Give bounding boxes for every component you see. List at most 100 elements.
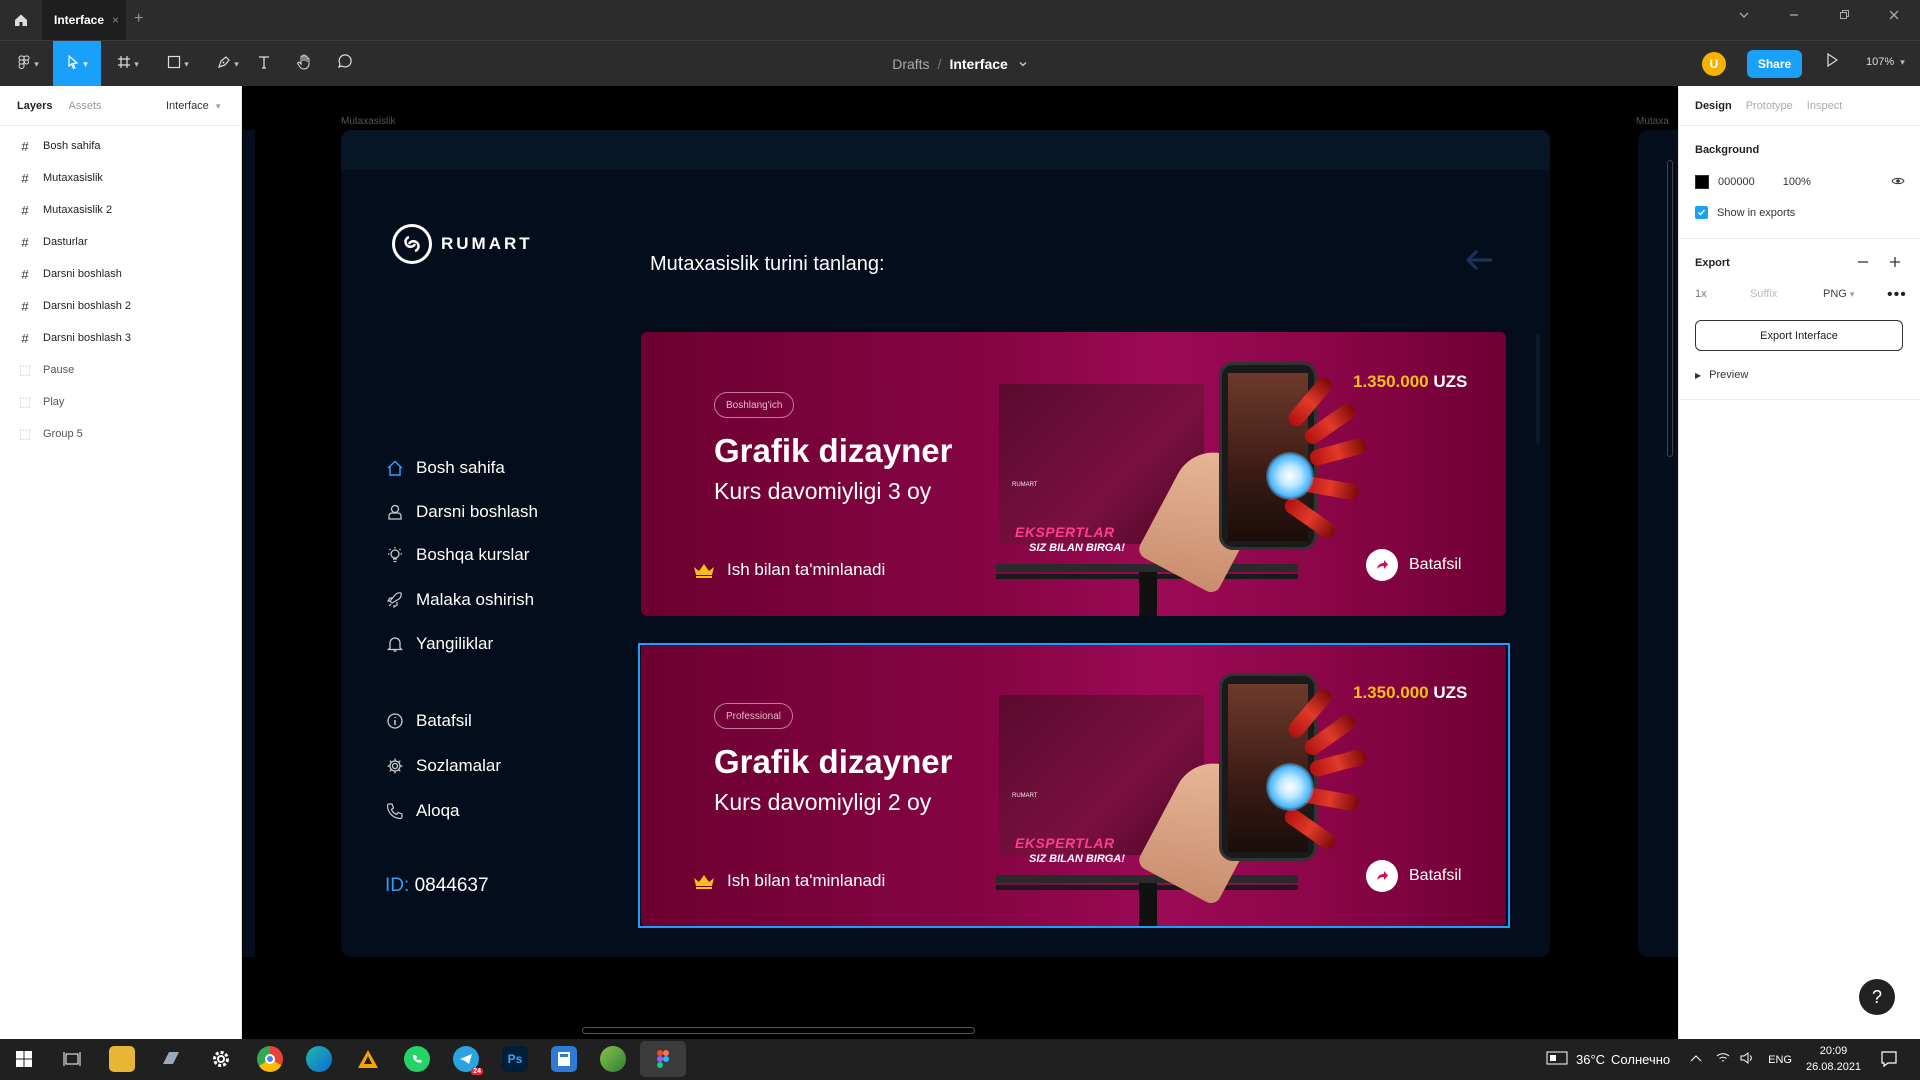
restore-icon[interactable] [1838,8,1850,24]
shape-tool-button[interactable]: ▾ [158,41,198,87]
tray-chevron-up-icon[interactable] [1690,1052,1702,1067]
weather-icon[interactable] [1546,1050,1568,1069]
more-options-icon[interactable]: ••• [1887,286,1907,304]
close-tab-icon[interactable]: × [112,13,119,27]
layer-item[interactable]: # Bosh sahifa [0,130,241,162]
figma-taskbar-icon[interactable] [640,1041,686,1077]
task-view-icon[interactable] [59,1046,85,1072]
user-icon [385,502,405,522]
canvas-horizontal-scrollbar[interactable] [582,1027,975,1034]
layer-item[interactable]: # Mutaxasislik 2 [0,194,241,226]
export-interface-button[interactable]: Export Interface [1695,320,1903,351]
background-hex[interactable]: 000000 [1718,176,1755,188]
volume-icon[interactable] [1740,1052,1754,1067]
wifi-icon[interactable] [1716,1052,1730,1067]
app-leaf-icon[interactable] [600,1046,626,1072]
nav-item-yangiliklar[interactable]: Yangiliklar [385,632,493,656]
layer-item[interactable]: ⬚ Group 5 [0,418,241,450]
minimize-icon[interactable] [1788,8,1800,24]
zoom-dropdown[interactable]: 107% ▾ [1866,56,1905,68]
calculator-icon[interactable] [551,1046,577,1072]
new-tab-button[interactable]: + [134,10,143,28]
layer-item[interactable]: ⬚ Play [0,386,241,418]
details-button[interactable]: Batafsil [1366,549,1461,581]
avatar[interactable]: U [1702,52,1726,76]
tab-inspect[interactable]: Inspect [1807,100,1842,112]
page-title: Mutaxasislik turini tanlang: [650,253,885,275]
nav-item-aloqa[interactable]: Aloqa [385,799,459,823]
tab-layers[interactable]: Layers [17,100,52,112]
text-tool-button[interactable] [252,41,276,87]
layer-item[interactable]: # Dasturlar [0,226,241,258]
whatsapp-icon[interactable] [404,1046,430,1072]
comment-tool-button[interactable] [332,41,356,87]
export-suffix-input[interactable]: Suffix [1750,288,1777,300]
edge-icon[interactable] [306,1046,332,1072]
nav-item-batafsil[interactable]: Batafsil [385,709,472,733]
page-selector[interactable]: Interface ▾ [166,100,220,112]
app-icon[interactable] [158,1046,184,1072]
background-color-swatch[interactable] [1695,175,1709,189]
photoshop-icon[interactable]: Ps [502,1046,528,1072]
weather-condition[interactable]: Солнечно [1611,1052,1670,1067]
layer-item[interactable]: # Darsni boshlash [0,258,241,290]
export-scale[interactable]: 1x [1695,288,1707,300]
present-button[interactable] [1826,52,1839,70]
breadcrumb-file-name[interactable]: Interface [949,56,1007,72]
minus-icon[interactable] [1857,256,1869,271]
nav-item-boshqa-kurslar[interactable]: Boshqa kurslar [385,543,529,567]
chevron-down-icon[interactable] [1738,8,1750,24]
frame-tool-button[interactable]: ▾ [108,41,148,87]
eye-icon[interactable] [1891,176,1905,189]
layer-item[interactable]: ⬚ Pause [0,354,241,386]
main-menu-button[interactable]: ▾ [8,41,48,87]
telegram-icon[interactable]: 24 [453,1046,483,1075]
file-tab[interactable]: Interface × [42,0,126,40]
share-button[interactable]: Share [1747,50,1802,78]
course-card[interactable]: RUMART EKSPERTLAR SIZ BILAN BIRGA! Boshl… [641,332,1506,616]
nav-item-bosh-sahifa[interactable]: Bosh sahifa [385,456,505,480]
help-button[interactable]: ? [1859,979,1895,1015]
background-fill-row[interactable]: 000000 100% [1695,175,1905,189]
move-tool-button[interactable]: ▾ [53,41,101,87]
layer-label: Pause [43,364,75,376]
nav-item-malaka-oshirish[interactable]: Malaka oshirish [385,588,534,612]
home-icon[interactable] [0,0,42,40]
tab-assets[interactable]: Assets [68,100,101,112]
layer-item[interactable]: # Mutaxasislik [0,162,241,194]
tab-prototype[interactable]: Prototype [1746,100,1793,112]
file-tab-label: Interface [54,13,105,27]
layers-panel-tabs: Layers Assets Interface ▾ [0,86,241,126]
notifications-icon[interactable] [1880,1050,1898,1073]
nav-item-sozlamalar[interactable]: Sozlamalar [385,754,501,778]
pen-tool-button[interactable]: ▾ [208,41,248,87]
close-window-icon[interactable] [1888,8,1900,24]
export-format-select[interactable]: PNG ▾ [1823,288,1854,300]
chevron-down-icon[interactable] [1018,56,1028,72]
hand-tool-button[interactable] [292,41,316,87]
chrome-icon[interactable] [257,1046,283,1072]
canvas-vertical-scrollbar[interactable] [1667,160,1673,457]
layer-item[interactable]: # Darsni boshlash 2 [0,290,241,322]
breadcrumb-drafts[interactable]: Drafts [892,56,929,72]
language-indicator[interactable]: ENG [1768,1054,1792,1066]
clock[interactable]: 20:09 26.08.2021 [1806,1043,1861,1075]
file-explorer-icon[interactable] [109,1046,135,1072]
windows-start-icon[interactable] [11,1046,37,1072]
settings-gear-icon[interactable] [208,1046,234,1072]
layer-list: # Bosh sahifa # Mutaxasislik # Mutaxasislik… [0,126,241,450]
show-in-exports-row[interactable]: Show in exports [1695,206,1795,219]
preview-toggle[interactable]: ▶ Preview [1695,369,1748,381]
cursor-icon [66,54,80,74]
plus-icon[interactable] [1889,256,1901,271]
frame-label[interactable]: Mutaxasislik [341,116,395,127]
tab-design[interactable]: Design [1695,100,1732,112]
frame-label-next[interactable]: Mutaxa [1636,116,1669,127]
weather-temperature[interactable]: 36°C [1576,1052,1605,1067]
background-opacity[interactable]: 100% [1783,176,1811,188]
checkbox-checked-icon[interactable] [1695,206,1708,219]
back-arrow-icon[interactable] [1464,246,1494,280]
layer-item[interactable]: # Darsni boshlash 3 [0,322,241,354]
app-triangle-icon[interactable] [355,1046,381,1072]
nav-item-darsni-boshlash[interactable]: Darsni boshlash [385,500,538,524]
